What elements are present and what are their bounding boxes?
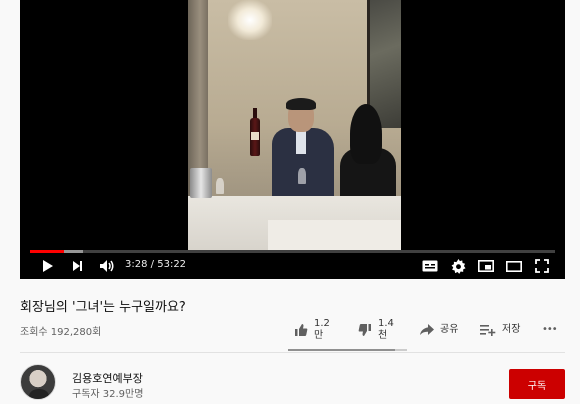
scene-wine-bottle [250, 108, 260, 156]
scene-table-front [268, 220, 401, 250]
subtitles-button[interactable] [420, 257, 440, 275]
save-button[interactable]: 저장 [480, 324, 520, 336]
video-player[interactable]: 3:28 / 53:22 [20, 0, 565, 279]
like-count: 1.2 만 [314, 318, 330, 341]
time-display: 3:28 / 53:22 [125, 259, 186, 270]
progress-bar[interactable] [30, 250, 555, 253]
scene-man [262, 98, 334, 200]
scene-woman [336, 104, 396, 200]
play-button[interactable] [38, 257, 56, 275]
subtitles-icon [422, 260, 438, 272]
subscribe-button[interactable]: 구독 [509, 369, 565, 399]
channel-avatar[interactable] [20, 364, 56, 400]
player-controls: 3:28 / 53:22 [20, 255, 565, 277]
divider [20, 352, 565, 353]
settings-button[interactable] [448, 257, 468, 275]
time-separator: / [150, 259, 155, 270]
thumbs-up-icon [295, 324, 308, 336]
video-title: 회장님의 '그녀'는 누구일까요? [20, 300, 186, 315]
channel-name[interactable]: 김용호연예부장 [72, 370, 143, 386]
sentiment-bar [288, 349, 407, 351]
miniplayer-icon [478, 260, 494, 272]
current-time: 3:28 [125, 259, 148, 270]
theater-mode-button[interactable] [504, 257, 524, 275]
progress-played [30, 250, 65, 253]
thumbs-down-icon [358, 324, 371, 336]
gear-icon [451, 258, 466, 274]
view-count: 조회수 192,280회 [20, 327, 102, 338]
subscriber-count: 구독자 32.9만명 [72, 389, 144, 400]
fullscreen-button[interactable] [532, 257, 552, 275]
playlist-add-icon [480, 325, 496, 336]
dislike-button[interactable]: 1.4 천 [358, 318, 394, 342]
miniplayer-button[interactable] [476, 257, 496, 275]
more-actions-button[interactable]: ••• [542, 324, 558, 335]
volume-icon [100, 260, 114, 272]
video-frame [188, 0, 401, 250]
share-icon [420, 324, 434, 335]
theater-mode-icon [506, 260, 522, 272]
like-button[interactable]: 1.2 만 [294, 318, 330, 342]
next-icon [73, 261, 82, 271]
sentiment-like-fill [288, 349, 396, 351]
scene-glass [298, 168, 306, 184]
fullscreen-icon [535, 259, 549, 273]
scene-glass [216, 178, 224, 194]
play-icon [43, 260, 53, 272]
duration: 53:22 [157, 259, 187, 270]
save-label: 저장 [502, 324, 521, 335]
more-icon: ••• [542, 324, 558, 335]
dislike-count: 1.4 천 [378, 318, 394, 341]
scene-ice-bucket [190, 168, 212, 198]
youtube-watch-page: 3:28 / 53:22 회장님의 '그녀'는 누구일까요? 조회수 192,2… [0, 0, 580, 404]
share-button[interactable]: 공유 [420, 324, 458, 336]
share-label: 공유 [440, 324, 459, 335]
next-button[interactable] [68, 257, 86, 275]
scene-lamp [228, 0, 272, 40]
volume-button[interactable] [97, 257, 117, 275]
